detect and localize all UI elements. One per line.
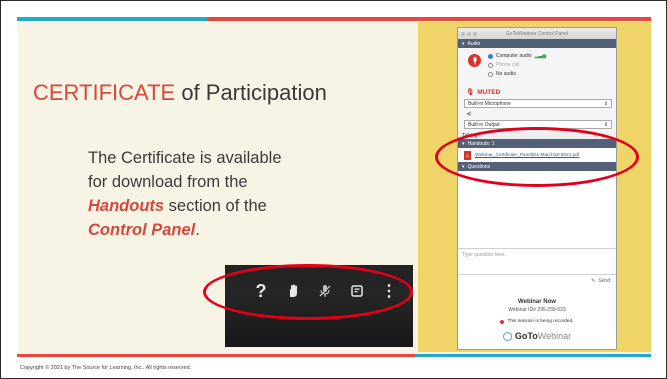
speaker-icon: ◀) (466, 111, 472, 117)
body-line-2: for download from the (88, 173, 248, 191)
no-audio-label: No audio (496, 71, 517, 77)
body-line-3: Handouts section of the (88, 194, 388, 218)
bottom-accent-teal (415, 354, 651, 357)
panel-window-title: GoToWebinar Control Panel (505, 30, 569, 37)
title-rest: of Participation (175, 80, 327, 105)
top-accent-red (207, 17, 651, 21)
radio-unselected (488, 71, 493, 77)
slide-body: The Certificate is available for downloa… (88, 146, 388, 242)
radio-selected (488, 53, 493, 59)
webinar-name: Webinar Now (518, 299, 556, 305)
microphone-select[interactable]: Built-in Microphone ⇕ (464, 99, 612, 108)
select-arrows-icon: ⇕ (603, 100, 608, 107)
no-audio-option[interactable]: No audio (488, 71, 516, 77)
audio-section-header[interactable]: ▾ Audio (458, 39, 616, 48)
brand-light: Webinar (537, 331, 572, 341)
copyright-notice: Copyright © 2021 by The Source for Learn… (20, 365, 192, 371)
phone-call-option[interactable]: Phone call (488, 62, 519, 68)
toolbar-highlight-oval (203, 264, 413, 320)
send-label: Send (598, 278, 610, 284)
microphone-select-value: Built-in Microphone (468, 100, 511, 107)
audio-header-label: Audio (467, 40, 481, 47)
gotowebinar-logo: GoToWebinar (458, 331, 616, 341)
muted-label: MUTED (477, 88, 501, 96)
panel-titlebar: GoToWebinar Control Panel (458, 28, 616, 39)
output-select-value: Built-in Output (468, 121, 500, 128)
recording-dot-icon (500, 319, 505, 324)
audio-section: Computer audio ▂▃▅ Phone call No audio 🎙… (458, 48, 616, 132)
handouts-highlight: Handouts (88, 197, 165, 215)
radio-unselected (488, 62, 493, 68)
chevron-down-icon: ▾ (462, 40, 465, 47)
title-accent-word: CERTIFICATE (33, 80, 176, 105)
body-line-4: Control Panel. (88, 218, 388, 242)
phone-call-label: Phone call (496, 62, 520, 68)
audio-level-icon: ▂▃▅ (534, 53, 547, 59)
webinar-info: Webinar Now Webinar ID# 295-239-523 This… (458, 299, 616, 341)
muted-status: 🎙 MUTED (466, 88, 501, 97)
top-accent-teal (17, 17, 207, 21)
control-panel-highlight: Control Panel (88, 221, 196, 239)
send-button[interactable]: ✎ Send (458, 275, 616, 287)
send-icon: ✎ (591, 278, 596, 284)
control-panel-window: GoToWebinar Control Panel ▾ Audio Comput… (457, 27, 617, 350)
brand-bold: GoTo (514, 331, 538, 341)
question-input[interactable]: Type question here. (458, 249, 616, 275)
webinar-id: Webinar ID# 295-239-523 (508, 307, 566, 313)
gotowebinar-logo-icon (502, 331, 512, 341)
body-line-1: The Certificate is available (88, 149, 282, 167)
computer-audio-label: Computer audio (496, 53, 532, 59)
handouts-highlight-oval (435, 127, 639, 187)
microphone-icon: 🎙 (466, 89, 475, 96)
recording-notice: This session is being recorded. (458, 319, 616, 324)
select-arrows-icon: ⇕ (603, 121, 608, 128)
computer-audio-option[interactable]: Computer audio ▂▃▅ (488, 53, 546, 59)
bottom-accent-red (17, 354, 415, 357)
mute-toggle-button[interactable] (468, 54, 481, 67)
body-period: . (195, 221, 200, 239)
body-line-3-rest: section of the (164, 197, 267, 215)
recording-notice-text: This session is being recorded. (507, 319, 574, 324)
top-accent-bar (17, 17, 651, 21)
bottom-accent-bar (17, 354, 651, 357)
slide-title: CERTIFICATE of Participation (33, 80, 327, 106)
